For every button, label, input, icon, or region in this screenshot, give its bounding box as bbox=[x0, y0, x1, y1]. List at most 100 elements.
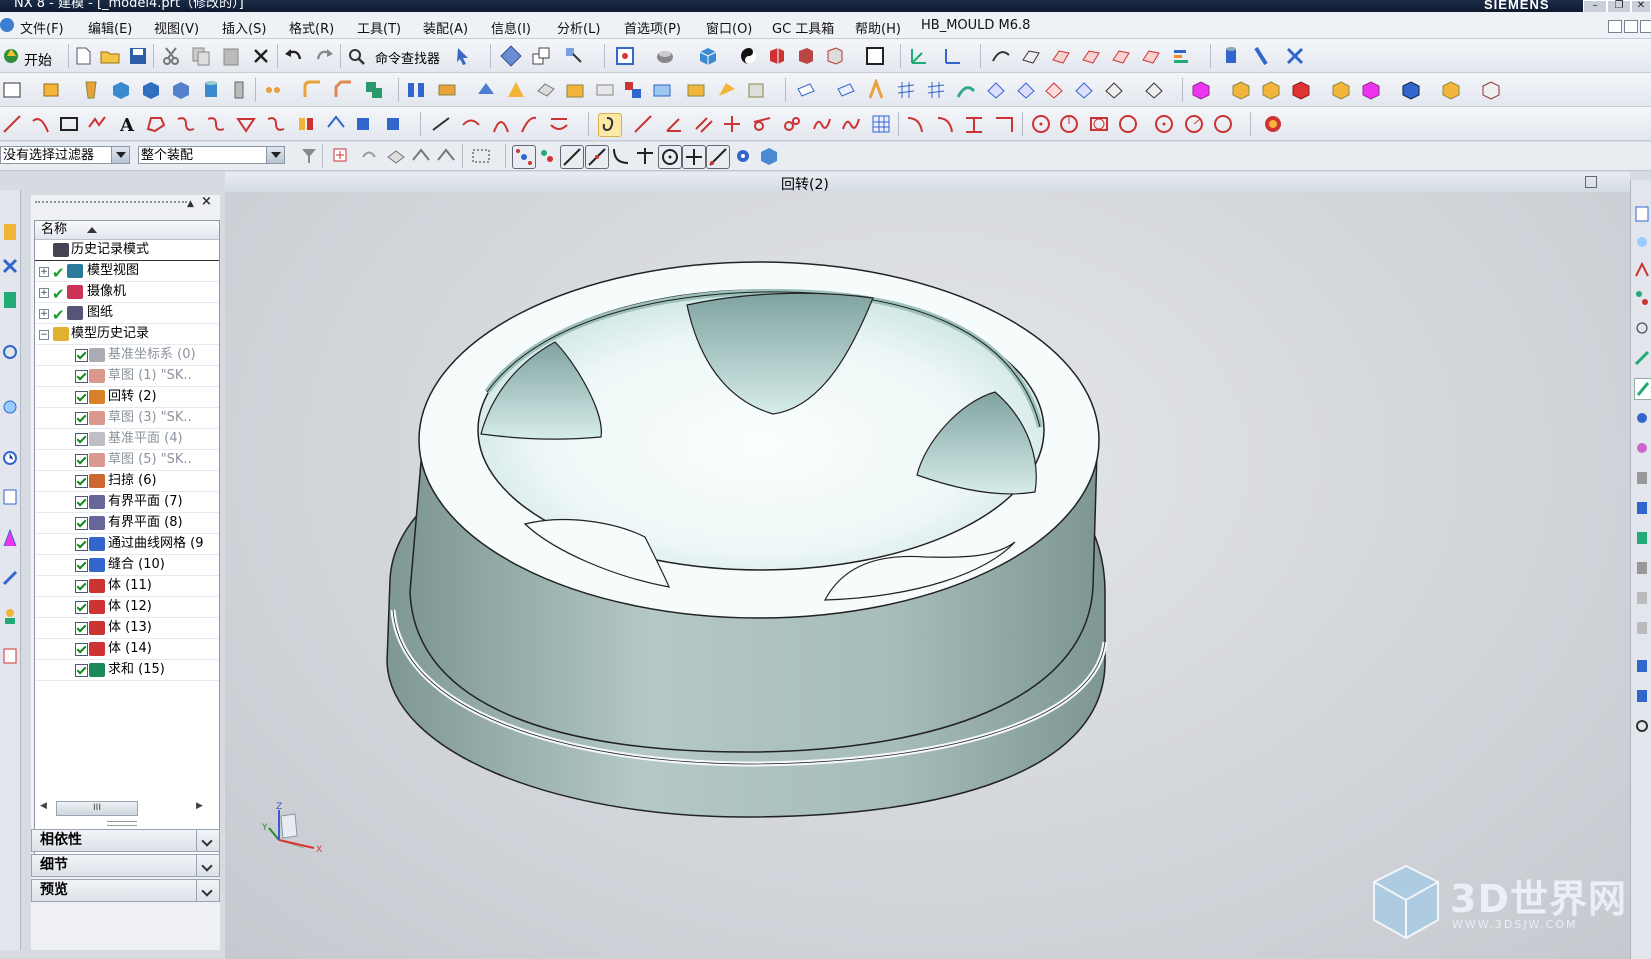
tree-row[interactable]: 体 (12) bbox=[35, 597, 219, 618]
model-canvas[interactable] bbox=[225, 192, 1630, 959]
tree-row[interactable]: 体 (14) bbox=[35, 639, 219, 660]
reflection-icon[interactable] bbox=[1140, 45, 1162, 67]
tree-row[interactable]: 草图 (1) "SK.. bbox=[35, 366, 219, 387]
snap-center-icon[interactable] bbox=[658, 145, 682, 169]
chevron-down-icon[interactable] bbox=[196, 830, 219, 851]
split-body-icon[interactable] bbox=[505, 79, 527, 101]
background-color-icon[interactable] bbox=[864, 45, 886, 67]
sketch-rect-icon[interactable] bbox=[2, 79, 24, 101]
tree-row[interactable]: 历史记录模式 bbox=[35, 240, 219, 261]
chamfer-icon[interactable] bbox=[333, 79, 355, 101]
part-navigator-icon[interactable] bbox=[2, 288, 18, 312]
bounded-plane-tool-icon[interactable] bbox=[795, 79, 817, 101]
history-icon[interactable] bbox=[2, 446, 18, 470]
filter-settings-icon[interactable] bbox=[298, 145, 320, 167]
patch-icon[interactable] bbox=[622, 79, 644, 101]
sketch-line-icon[interactable] bbox=[633, 113, 655, 135]
right-tool-4-icon[interactable] bbox=[1634, 288, 1650, 308]
redo-icon[interactable] bbox=[313, 45, 335, 67]
assembly-navigator-icon[interactable] bbox=[2, 220, 18, 244]
right-tool-16-icon[interactable] bbox=[1634, 656, 1650, 676]
start-button[interactable]: 开始 bbox=[24, 50, 52, 70]
right-tool-15-icon[interactable] bbox=[1634, 618, 1650, 638]
visible-check-icon[interactable]: ✔ bbox=[52, 263, 65, 281]
reuse-library-icon[interactable] bbox=[2, 340, 18, 364]
menu-analysis[interactable]: 分析(L) bbox=[557, 18, 600, 37]
expand-icon[interactable]: + bbox=[39, 267, 49, 277]
splitter-grip[interactable] bbox=[107, 821, 137, 826]
open-folder-icon[interactable] bbox=[99, 45, 121, 67]
draft-analysis-icon[interactable] bbox=[1170, 45, 1192, 67]
right-tool-3-icon[interactable] bbox=[1634, 260, 1650, 280]
wcs-origin-icon[interactable] bbox=[942, 45, 964, 67]
yin-yang-icon[interactable] bbox=[738, 45, 760, 67]
undo-select-icon[interactable] bbox=[358, 145, 380, 167]
cone-icon[interactable] bbox=[170, 79, 192, 101]
sketch-perpendicular-icon[interactable] bbox=[721, 113, 743, 135]
wcs-dynamic-icon[interactable] bbox=[908, 45, 930, 67]
right-tool-12-icon[interactable] bbox=[1634, 528, 1650, 548]
curve-length-icon[interactable] bbox=[548, 113, 570, 135]
doc-minimize-icon[interactable] bbox=[1608, 20, 1622, 33]
associative-toggle-icon[interactable] bbox=[598, 113, 622, 137]
block-icon[interactable] bbox=[110, 79, 132, 101]
scroll-left-icon[interactable]: ◀ bbox=[40, 801, 47, 811]
section-view-icon[interactable] bbox=[766, 45, 788, 67]
clip-section-icon[interactable] bbox=[795, 45, 817, 67]
sketch-fit-icon[interactable] bbox=[840, 113, 862, 135]
scroll-right-icon[interactable]: ▶ bbox=[196, 801, 203, 811]
trim-corner-icon[interactable] bbox=[963, 113, 985, 135]
feature-checkbox[interactable] bbox=[75, 370, 88, 383]
deviation-icon[interactable] bbox=[1080, 45, 1102, 67]
curvature-icon[interactable] bbox=[1110, 45, 1132, 67]
new-file-icon[interactable] bbox=[72, 45, 94, 67]
chevron-down-icon[interactable] bbox=[266, 147, 284, 163]
trim-curve-icon[interactable] bbox=[460, 113, 482, 135]
right-tool-8-icon[interactable] bbox=[1634, 408, 1650, 428]
text-icon[interactable]: A bbox=[116, 113, 138, 135]
n-sided-icon[interactable] bbox=[985, 79, 1007, 101]
right-tool-6-icon[interactable] bbox=[1634, 348, 1650, 368]
feature-checkbox[interactable] bbox=[75, 475, 88, 488]
right-tool-5-icon[interactable] bbox=[1634, 318, 1650, 338]
line-icon[interactable] bbox=[2, 113, 24, 135]
web-browser-icon[interactable] bbox=[2, 395, 18, 419]
visible-check-icon[interactable]: ✔ bbox=[52, 305, 65, 323]
feature-checkbox[interactable] bbox=[75, 664, 88, 677]
point-circle-icon[interactable] bbox=[1030, 113, 1052, 135]
isoparametric-icon[interactable] bbox=[325, 113, 347, 135]
fillet-curve-icon[interactable] bbox=[905, 113, 927, 135]
feature-checkbox[interactable] bbox=[75, 580, 88, 593]
blue-block-icon[interactable] bbox=[140, 79, 162, 101]
tree-row[interactable]: 缝合 (10) bbox=[35, 555, 219, 576]
feature-checkbox[interactable] bbox=[75, 601, 88, 614]
render-style-icon[interactable] bbox=[654, 45, 676, 67]
menu-tools[interactable]: 工具(T) bbox=[357, 18, 401, 37]
menu-insert[interactable]: 插入(S) bbox=[222, 18, 266, 37]
panel-pin-icon[interactable]: ▲ bbox=[187, 199, 194, 209]
feature-checkbox[interactable] bbox=[75, 349, 88, 362]
body-select-icon[interactable] bbox=[435, 145, 457, 167]
tree-row[interactable]: 扫掠 (6) bbox=[35, 471, 219, 492]
sketch-parallel-icon[interactable] bbox=[693, 113, 715, 135]
feature-checkbox[interactable] bbox=[75, 538, 88, 551]
project-curve-icon[interactable] bbox=[235, 113, 257, 135]
graphics-viewport[interactable]: X Y Z bbox=[225, 192, 1630, 959]
emboss-icon[interactable] bbox=[594, 79, 616, 101]
snap-existing-point-icon[interactable] bbox=[706, 145, 730, 169]
face-select-icon[interactable] bbox=[385, 145, 407, 167]
selection-filter-dropdown[interactable]: 没有选择过滤器 bbox=[0, 146, 130, 164]
probe-icon[interactable] bbox=[1250, 45, 1272, 67]
trim-body-icon[interactable] bbox=[475, 79, 497, 101]
helix-icon[interactable] bbox=[145, 113, 167, 135]
system-materials-icon[interactable] bbox=[2, 485, 18, 509]
doc-restore-icon[interactable] bbox=[1624, 20, 1638, 33]
csys-orient-icon[interactable] bbox=[530, 45, 552, 67]
circle-center-icon[interactable] bbox=[1153, 113, 1175, 135]
header-restore-icon[interactable] bbox=[1585, 176, 1597, 188]
curve-tool-icon[interactable] bbox=[990, 45, 1012, 67]
ruled-surface-icon[interactable] bbox=[835, 79, 857, 101]
snap-intersection-icon[interactable] bbox=[634, 145, 656, 167]
tree-row[interactable]: 体 (11) bbox=[35, 576, 219, 597]
doc-close-icon[interactable] bbox=[1640, 20, 1651, 33]
